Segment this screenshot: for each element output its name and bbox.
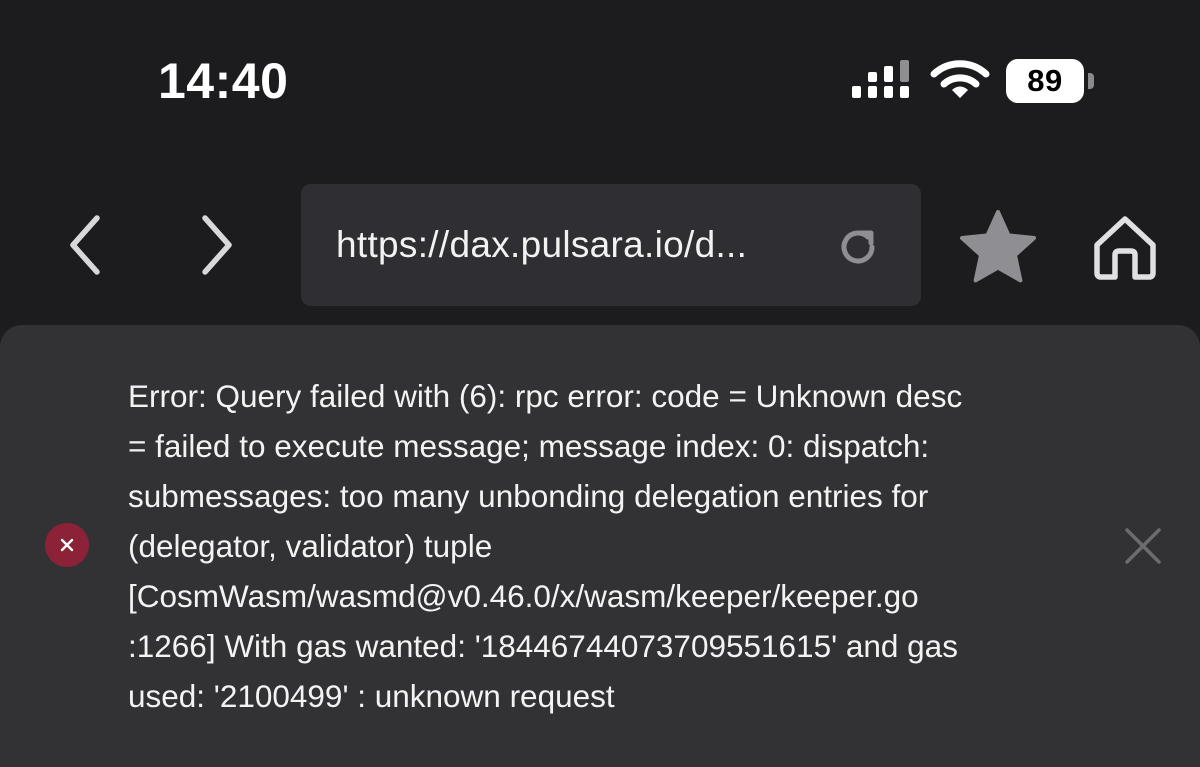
wifi-icon — [930, 60, 990, 98]
error-line: [CosmWasm/wasmd@v0.46.0/x/wasm/keeper/ke… — [128, 578, 919, 614]
error-line: :1266] With gas wanted: '184467440737095… — [128, 628, 958, 664]
url-text[interactable]: https://dax.pulsara.io/d... — [336, 224, 747, 266]
error-line: submessages: too many unbonding delegati… — [128, 478, 929, 514]
battery-level: 89 — [1006, 59, 1084, 103]
home-icon — [1094, 216, 1156, 280]
status-bar: 14:40 89 — [0, 0, 1200, 160]
reload-icon — [841, 230, 875, 264]
close-icon — [1125, 528, 1161, 564]
error-line: used: '2100499' : unknown request — [128, 678, 615, 714]
battery-icon: 89 — [1006, 59, 1096, 103]
battery-cap — [1088, 73, 1094, 89]
error-line: Error: Query failed with (6): rpc error:… — [128, 378, 963, 414]
back-button[interactable] — [50, 200, 120, 290]
error-line: (delegator, validator) tuple — [128, 528, 493, 564]
url-bar[interactable]: https://dax.pulsara.io/d... — [301, 184, 921, 306]
error-x-icon — [45, 523, 89, 567]
forward-button[interactable] — [182, 200, 252, 290]
browser-toolbar: https://dax.pulsara.io/d... — [0, 160, 1200, 325]
chevron-left-icon — [70, 215, 100, 275]
error-line: = failed to execute message; message ind… — [128, 428, 930, 464]
bookmark-star-button[interactable] — [955, 204, 1041, 290]
error-message: Error: Query failed with (6): rpc error:… — [128, 371, 1088, 721]
chevron-right-icon — [202, 215, 232, 275]
cellular-signal-icon — [852, 60, 909, 98]
close-button[interactable] — [1118, 521, 1168, 571]
home-button[interactable] — [1082, 204, 1168, 290]
error-toast: Error: Query failed with (6): rpc error:… — [0, 325, 1200, 767]
status-time: 14:40 — [158, 53, 289, 109]
reload-button[interactable] — [831, 220, 885, 274]
star-icon — [960, 210, 1036, 283]
